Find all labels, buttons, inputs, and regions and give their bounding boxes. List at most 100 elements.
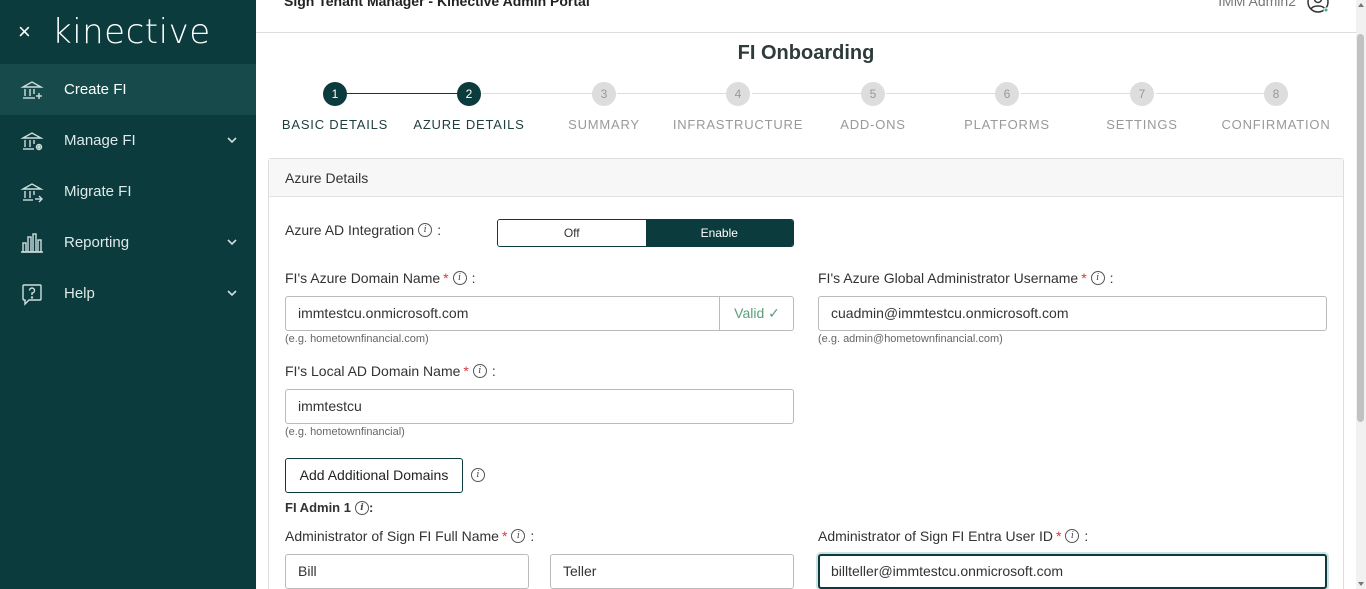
- info-icon[interactable]: i: [511, 529, 526, 543]
- top-header: Sign Tenant Manager - Kinective Admin Po…: [256, 0, 1356, 33]
- info-icon[interactable]: i: [1065, 529, 1080, 543]
- global-admin-label: FI's Azure Global Administrator Username…: [818, 270, 1114, 286]
- sidebar-item-label: Reporting: [64, 234, 130, 251]
- step-azure-details[interactable]: 2 AZURE DETAILS: [402, 82, 536, 132]
- step-label: BASIC DETAILS: [281, 117, 389, 132]
- step-platforms[interactable]: 6 PLATFORMS: [940, 82, 1074, 132]
- info-icon[interactable]: i: [354, 500, 369, 515]
- step-number: 3: [592, 82, 616, 106]
- step-label: CONFIRMATION: [1221, 117, 1331, 132]
- sidebar-item-reporting[interactable]: Reporting: [0, 217, 256, 268]
- step-label: SETTINGS: [1106, 117, 1178, 132]
- chevron-down-icon[interactable]: [226, 133, 238, 150]
- step-number: 2: [457, 82, 481, 106]
- scroll-up-icon[interactable]: [1358, 3, 1364, 7]
- global-admin-hint: (e.g. admin@hometownfinancial.com): [818, 333, 1003, 345]
- step-label: SUMMARY: [568, 117, 640, 132]
- info-icon[interactable]: i: [472, 364, 487, 378]
- step-number: 8: [1264, 82, 1288, 106]
- required-marker: *: [1055, 528, 1062, 544]
- azure-domain-input[interactable]: immtestcu.onmicrosoft.com: [285, 296, 794, 331]
- info-icon[interactable]: i: [418, 223, 433, 237]
- page-title: FI Onboarding: [737, 42, 875, 64]
- admin-entra-id-label-text: Administrator of Sign FI Entra User ID: [818, 528, 1053, 544]
- admin-full-name-label: Administrator of Sign FI Full Name * i :: [285, 528, 534, 544]
- global-admin-input[interactable]: cuadmin@immtestcu.onmicrosoft.com: [818, 296, 1327, 331]
- step-add-ons[interactable]: 5 ADD-ONS: [806, 82, 940, 132]
- label-colon: :: [1109, 270, 1114, 286]
- info-icon[interactable]: i: [471, 468, 485, 482]
- help-icon: [20, 282, 44, 306]
- bar-chart-icon: [20, 231, 44, 255]
- bank-gear-icon: [20, 129, 44, 153]
- label-colon: :: [1084, 528, 1089, 544]
- step-number: 4: [726, 82, 750, 106]
- step-summary[interactable]: 3 SUMMARY: [537, 82, 671, 132]
- sidebar-item-label: Manage FI: [64, 132, 136, 149]
- label-colon: :: [437, 222, 442, 238]
- step-infrastructure[interactable]: 4 INFRASTRUCTURE: [671, 82, 805, 132]
- bank-plus-icon: [20, 78, 44, 102]
- step-label: PLATFORMS: [964, 117, 1050, 132]
- azure-domain-hint: (e.g. hometownfinancial.com): [285, 333, 429, 345]
- panel-title: Azure Details: [269, 159, 1343, 197]
- step-label: AZURE DETAILS: [413, 117, 525, 132]
- step-number: 5: [861, 82, 885, 106]
- step-label: INFRASTRUCTURE: [672, 117, 804, 132]
- info-icon[interactable]: i: [1090, 271, 1105, 285]
- azure-ad-toggle[interactable]: Off Enable: [497, 219, 794, 247]
- step-settings[interactable]: 7 SETTINGS: [1075, 82, 1209, 132]
- sidebar-item-create-fi[interactable]: Create FI: [0, 64, 256, 115]
- toggle-enable-option[interactable]: Enable: [645, 220, 793, 246]
- label-colon: :: [530, 528, 535, 544]
- sidebar-item-label: Migrate FI: [64, 183, 132, 200]
- azure-domain-label-text: FI's Azure Domain Name: [285, 270, 441, 286]
- app-title: Sign Tenant Manager - Kinective Admin Po…: [284, 0, 590, 9]
- sidebar-item-label: Create FI: [64, 81, 127, 98]
- chevron-down-icon[interactable]: [226, 235, 238, 252]
- required-marker: *: [1081, 270, 1087, 286]
- local-domain-input[interactable]: immtestcu: [285, 389, 794, 424]
- step-number: 7: [1130, 82, 1154, 106]
- user-avatar-icon[interactable]: [1306, 0, 1330, 14]
- admin-first-name-input[interactable]: Bill: [285, 554, 529, 589]
- admin-full-name-label-text: Administrator of Sign FI Full Name: [285, 528, 499, 544]
- admin-entra-id-input[interactable]: billteller@immtestcu.onmicrosoft.com: [818, 554, 1327, 589]
- local-domain-label: FI's Local AD Domain Name * i :: [285, 363, 496, 379]
- sidebar-item-migrate-fi[interactable]: Migrate FI: [0, 166, 256, 217]
- sidebar-item-manage-fi[interactable]: Manage FI: [0, 115, 256, 166]
- scroll-down-icon[interactable]: [1358, 582, 1364, 586]
- page-scrollbar[interactable]: [1356, 0, 1366, 589]
- label-colon: :: [471, 270, 476, 286]
- local-domain-label-text: FI's Local AD Domain Name: [285, 363, 461, 379]
- global-admin-label-text: FI's Azure Global Administrator Username: [818, 270, 1079, 286]
- scrollbar-thumb[interactable]: [1357, 34, 1364, 422]
- sidebar-item-label: Help: [64, 285, 95, 302]
- step-label: ADD-ONS: [840, 117, 906, 132]
- step-confirmation[interactable]: 8 CONFIRMATION: [1209, 82, 1343, 132]
- close-icon[interactable]: ×: [18, 21, 38, 43]
- local-domain-hint: (e.g. hometownfinancial): [285, 426, 405, 438]
- valid-status-badge: Valid ✓: [719, 296, 794, 331]
- toggle-off-option[interactable]: Off: [498, 220, 646, 246]
- azure-ad-label: Azure AD Integration i :: [285, 222, 441, 238]
- user-name[interactable]: IMM Admin2: [1218, 0, 1296, 9]
- step-basic-details[interactable]: 1 BASIC DETAILS: [268, 82, 402, 132]
- sidebar-item-help[interactable]: Help: [0, 268, 256, 319]
- azure-ad-label-text: Azure AD Integration: [285, 222, 415, 238]
- add-additional-domains-button[interactable]: Add Additional Domains: [285, 458, 463, 493]
- label-colon: :: [491, 363, 496, 379]
- admin-entra-id-label: Administrator of Sign FI Entra User ID *…: [818, 528, 1088, 544]
- required-marker: *: [501, 528, 508, 544]
- bank-arrow-icon: [20, 180, 44, 204]
- info-icon[interactable]: i: [452, 271, 467, 285]
- step-number: 1: [323, 82, 347, 106]
- onboarding-stepper: 1 BASIC DETAILS 2 AZURE DETAILS 3 SUMMAR…: [268, 82, 1344, 137]
- required-marker: *: [443, 270, 449, 286]
- step-number: 6: [995, 82, 1019, 106]
- chevron-down-icon[interactable]: [226, 286, 238, 303]
- azure-domain-label: FI's Azure Domain Name * i :: [285, 270, 476, 286]
- admin-last-name-input[interactable]: Teller: [550, 554, 794, 589]
- fi-admin-section-label: FI Admin 1 i :: [285, 500, 373, 515]
- label-colon: :: [368, 500, 374, 515]
